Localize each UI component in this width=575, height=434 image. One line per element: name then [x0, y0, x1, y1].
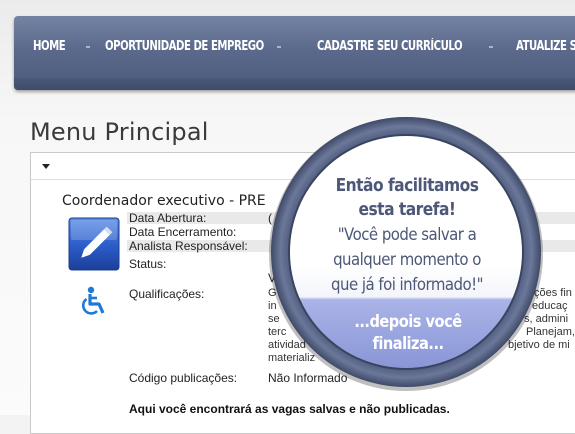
label-qualificacoes: Qualificações:	[129, 287, 205, 301]
nav-separator	[489, 46, 493, 48]
pencil-edit-icon[interactable]	[68, 217, 120, 271]
main-navigation: HOME OPORTUNIDADE DE EMPREGO CADASTRE SE…	[14, 16, 575, 90]
nav-separator	[86, 46, 90, 48]
nav-separator	[277, 46, 281, 48]
nav-item-home[interactable]: HOME	[33, 39, 66, 54]
label-status: Status:	[129, 257, 167, 271]
wheelchair-icon	[79, 286, 109, 318]
page-title: Menu Principal	[30, 118, 209, 146]
callout-sub-line1: ...depois você	[354, 312, 462, 332]
label-data-abertura: Data Abertura:	[129, 211, 207, 225]
nav-bottom-bar	[14, 78, 575, 90]
callout-quote-line1: "Você pode salvar a	[337, 225, 477, 245]
label-data-encerramento: Data Encerramento:	[129, 225, 237, 239]
job-title: Coordenador executivo - PRE	[62, 193, 266, 209]
callout-quote-line3: que já foi informado!"	[331, 275, 483, 295]
nav-item-atualize[interactable]: ATUALIZE S	[516, 39, 575, 54]
callout-sub-line2: finaliza...	[372, 334, 444, 354]
label-codigo: Código publicações:	[129, 371, 238, 385]
callout-headline-line1: Então facilitamos	[335, 175, 479, 196]
label-analista: Analista Responsável:	[129, 239, 248, 253]
callout-quote-line2: qualquer momento o	[333, 250, 481, 270]
caret-down-icon[interactable]	[42, 164, 50, 169]
nav-item-cadastre[interactable]: CADASTRE SEU CURRÍCULO	[317, 39, 463, 54]
nav-item-oportunidade[interactable]: OPORTUNIDADE DE EMPREGO	[105, 39, 264, 54]
callout-headline-line2: esta tarefa!	[358, 199, 456, 220]
saved-jobs-note: Aqui você encontrará as vagas salvas e n…	[129, 402, 450, 416]
